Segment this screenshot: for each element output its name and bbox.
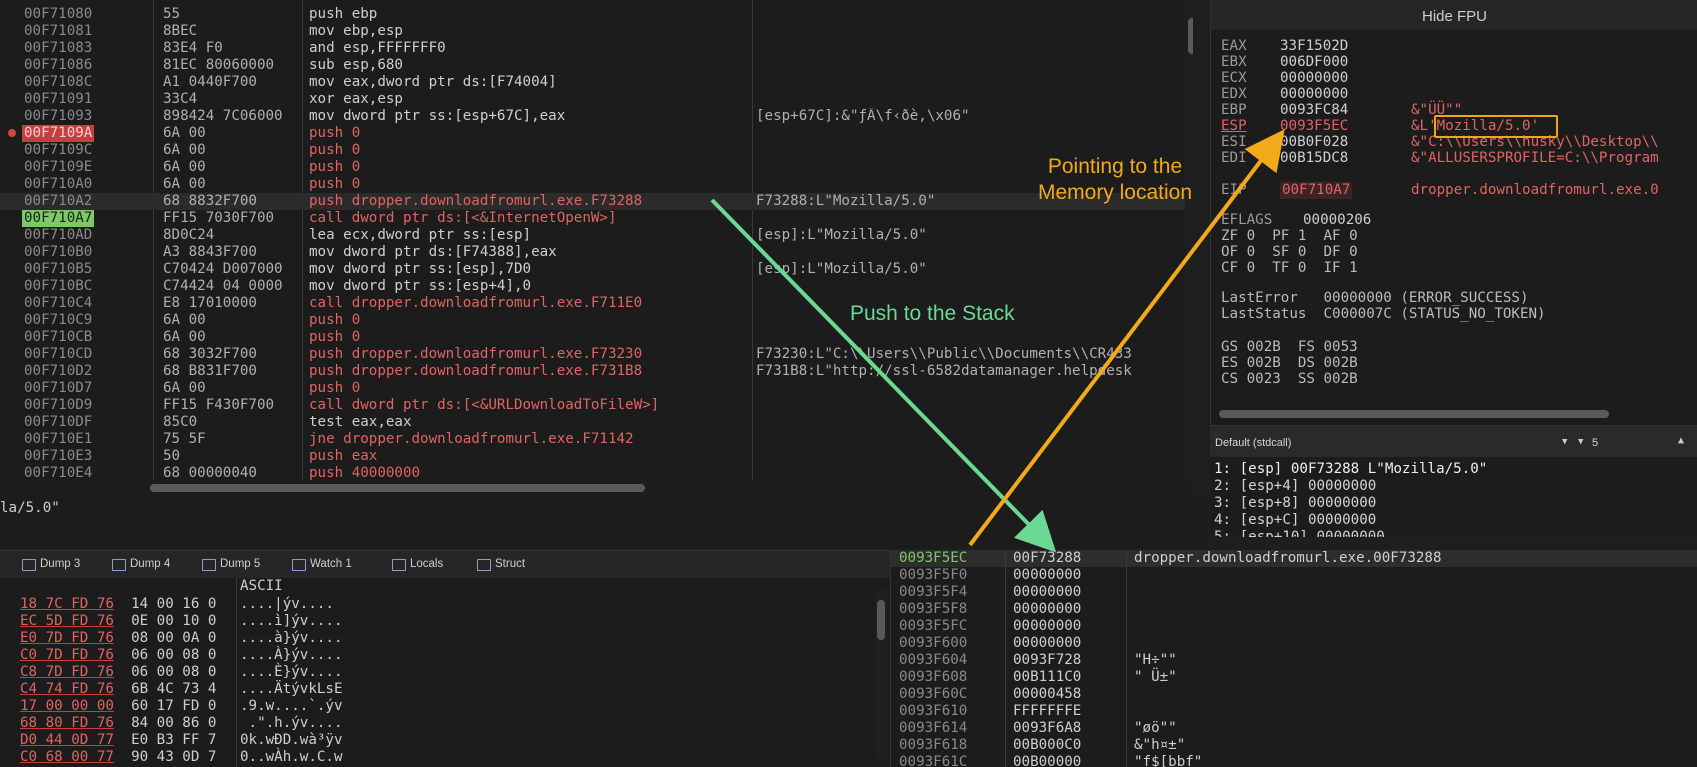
esp-highlight-box — [1434, 115, 1558, 138]
pointing-annotation: Pointing to the Memory location — [1020, 154, 1210, 206]
pointing-annotation-line1: Pointing to the — [1047, 155, 1183, 178]
pointing-annotation-line2: Memory location — [1037, 181, 1193, 204]
push-annotation: Push to the Stack — [850, 302, 1015, 325]
push-to-stack-arrow — [710, 198, 1057, 553]
